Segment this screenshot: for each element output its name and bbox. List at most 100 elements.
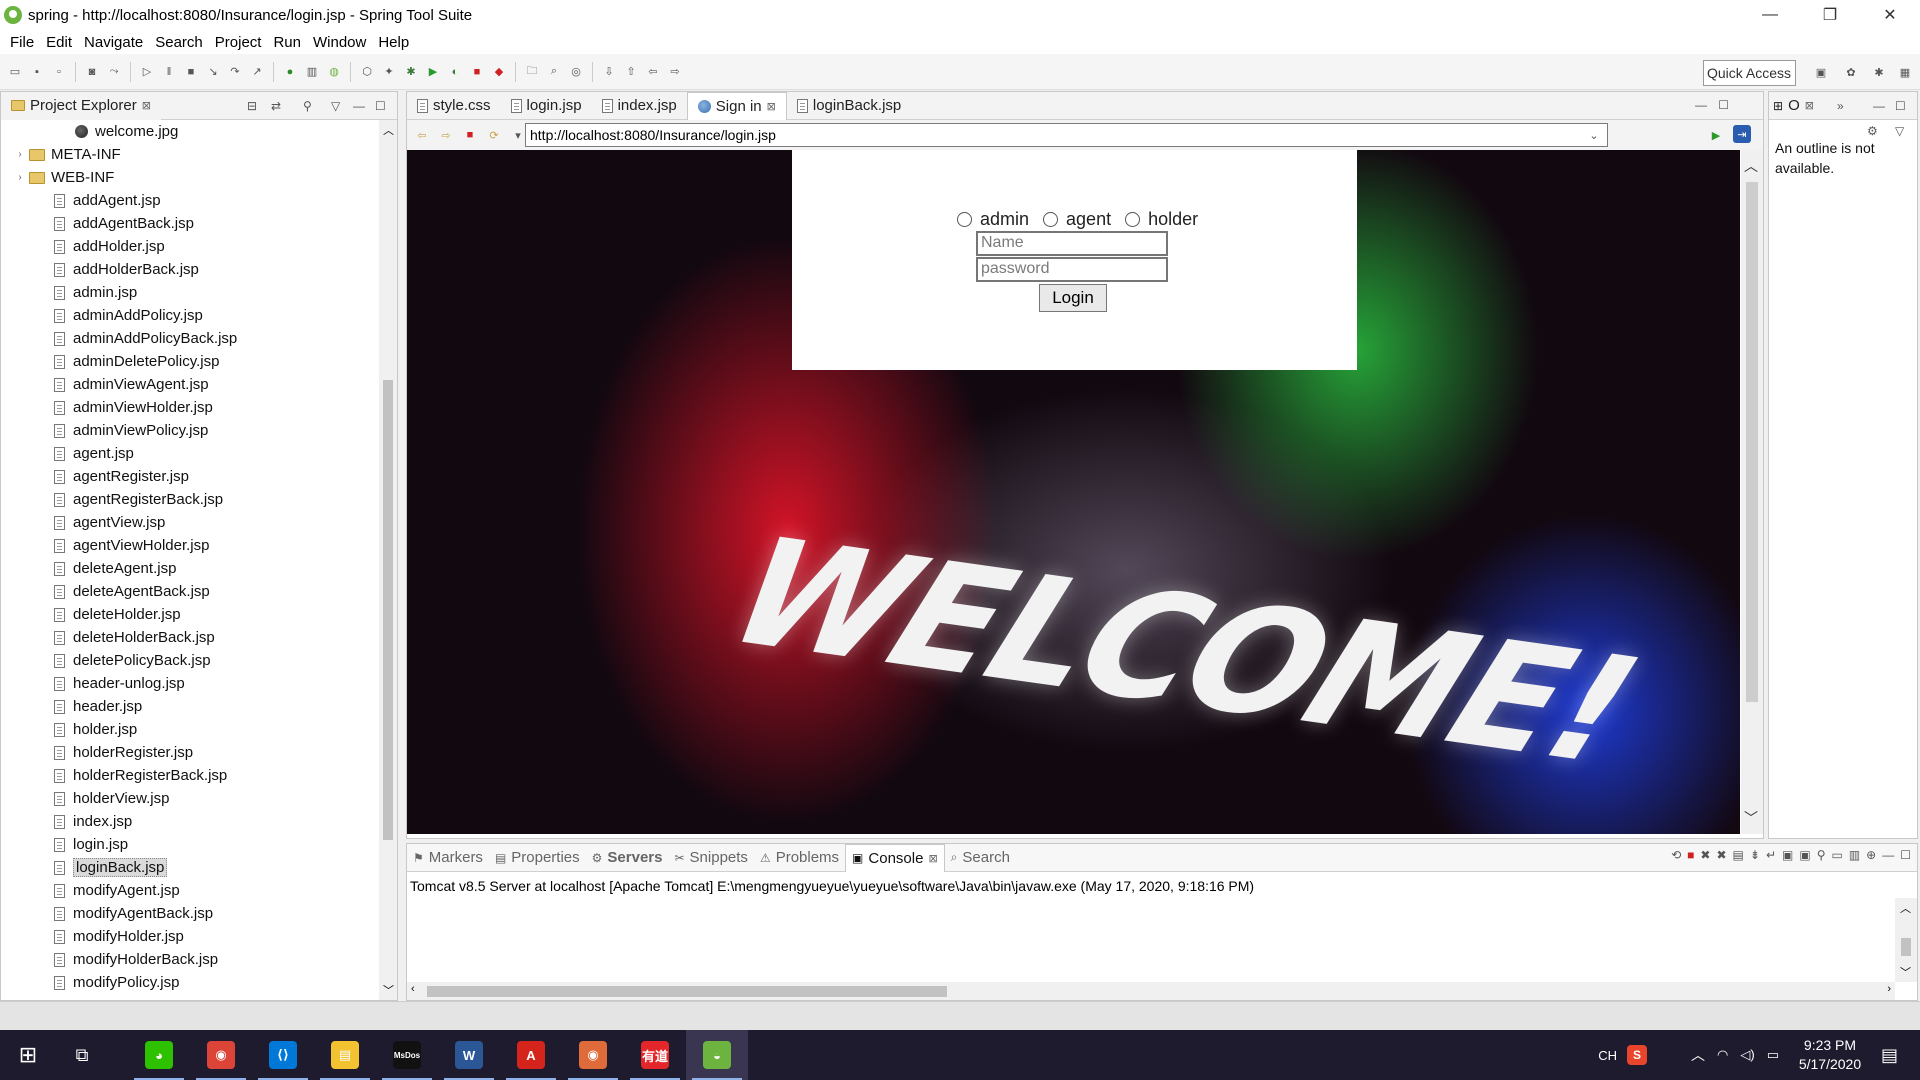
taskbar-app[interactable]: 有道 [624, 1030, 686, 1080]
bottom-tab[interactable]: ⌕ Search [945, 844, 1016, 872]
bottom-tab[interactable]: ⚙ Servers [586, 844, 669, 872]
link-with-editor-icon[interactable]: ⇄ [271, 99, 281, 113]
minimize-view-icon[interactable]: — [1882, 848, 1894, 862]
toggle-layout-icon[interactable]: ▥ [303, 63, 321, 81]
debug-skip-icon[interactable]: ⤳ [105, 63, 123, 81]
tree-item[interactable]: › WEB-INF [1, 166, 379, 189]
minimize-view-icon[interactable]: — [1873, 99, 1885, 113]
tree-item[interactable]: deleteHolderBack.jsp [1, 626, 379, 649]
tree-item[interactable]: addHolder.jsp [1, 235, 379, 258]
tab-project-explorer[interactable]: Project Explorer ⊠ [1, 91, 161, 120]
tree-item[interactable]: deletePolicyBack.jsp [1, 649, 379, 672]
radio-admin[interactable] [957, 212, 972, 227]
menu-window[interactable]: Window [307, 34, 372, 51]
taskbar-app[interactable]: A [500, 1030, 562, 1080]
tree-item[interactable]: adminAddPolicy.jsp [1, 304, 379, 327]
scroll-up-icon[interactable]: ︿ [383, 122, 394, 138]
sogou-ime-icon[interactable]: S [1627, 1045, 1648, 1065]
step-into-icon[interactable]: ↘ [204, 63, 222, 81]
debug-perspective-icon[interactable]: ✱ [1870, 63, 1888, 81]
browser-refresh-icon[interactable]: ⟳ [485, 126, 503, 144]
display-console-icon[interactable]: ▭ [1831, 848, 1842, 862]
tree-item[interactable]: index.jsp [1, 810, 379, 833]
tree-item[interactable]: loginBack.jsp [1, 856, 379, 879]
tree-item[interactable]: deleteHolder.jsp [1, 603, 379, 626]
menu-run[interactable]: Run [267, 34, 307, 51]
back-icon[interactable]: ⇦ [644, 63, 662, 81]
browser-stop-icon[interactable]: ■ [461, 126, 479, 144]
debug-icon[interactable]: ✱ [402, 63, 420, 81]
console-icon[interactable]: ◙ [83, 63, 101, 81]
bottom-tab[interactable]: ▣ Console ⊠ [845, 843, 945, 872]
next-annotation-icon[interactable]: ⇧ [622, 63, 640, 81]
tree-item[interactable]: deleteAgent.jsp [1, 557, 379, 580]
new-server-icon[interactable]: ⬡ [358, 63, 376, 81]
editor-tab[interactable]: style.css [407, 92, 501, 120]
maximize-view-icon[interactable]: ☐ [1900, 848, 1911, 862]
scroll-thumb[interactable] [1901, 938, 1911, 956]
task-view-button[interactable]: ⧉ [56, 1030, 108, 1080]
taskbar-app[interactable]: ◕ [128, 1030, 190, 1080]
open-perspective-icon[interactable]: ▣ [1812, 63, 1830, 81]
close-icon[interactable]: ⊠ [767, 100, 776, 113]
suspend-icon[interactable]: ‖ [160, 63, 178, 81]
open-type-icon[interactable]: ✦ [380, 63, 398, 81]
outline-action-icon[interactable]: ⚙ [1867, 124, 1878, 138]
go-icon[interactable]: ▶ [1707, 126, 1725, 144]
maximize-view-icon[interactable]: ☐ [1718, 98, 1729, 112]
network-icon[interactable]: ◠ [1717, 1047, 1728, 1063]
scroll-up-icon[interactable]: ︿ [1900, 900, 1911, 916]
menu-help[interactable]: Help [372, 34, 415, 51]
jee-perspective-icon[interactable]: ▦ [1896, 63, 1914, 81]
search-icon[interactable]: ⌕ [545, 63, 563, 81]
tree-item[interactable]: › META-INF [1, 143, 379, 166]
save-icon[interactable]: ▪ [28, 63, 46, 81]
editor-tab[interactable]: login.jsp [501, 92, 592, 120]
tree-item[interactable]: header-unlog.jsp [1, 672, 379, 695]
external-tools-icon[interactable]: ◆ [490, 63, 508, 81]
tree-item[interactable]: adminViewHolder.jsp [1, 396, 379, 419]
pin-console-icon[interactable]: ⚲ [1817, 848, 1826, 862]
notifications-icon[interactable]: ▤ [1881, 1045, 1898, 1066]
remove-terminated-icon[interactable]: ✖ [1716, 848, 1726, 862]
scroll-down-icon[interactable]: ﹀ [1900, 964, 1911, 980]
tree-item[interactable]: login.jsp [1, 833, 379, 856]
battery-icon[interactable]: ▭ [1767, 1047, 1779, 1063]
scroll-left-icon[interactable]: ‹ [411, 983, 415, 995]
tree-item[interactable]: holder.jsp [1, 718, 379, 741]
start-button[interactable]: ⊞ [0, 1030, 56, 1080]
scroll-thumb[interactable] [383, 380, 393, 840]
minimize-view-icon[interactable]: — [1695, 98, 1707, 112]
open-console-icon[interactable]: ▥ [1849, 848, 1860, 862]
minimize-view-icon[interactable]: — [353, 99, 365, 113]
view-menu-icon[interactable]: ▽ [331, 99, 340, 113]
scroll-thumb[interactable] [1746, 182, 1758, 702]
tree-item[interactable]: holderRegister.jsp [1, 741, 379, 764]
clock[interactable]: 9:23 PM 5/17/2020 [1789, 1036, 1871, 1074]
new-console-icon[interactable]: ⊕ [1866, 848, 1876, 862]
password-field[interactable]: password [976, 257, 1168, 282]
open-external-browser-icon[interactable]: ⇥ [1733, 125, 1751, 143]
close-icon[interactable]: ⊠ [142, 99, 151, 112]
web-browser-icon[interactable]: ◎ [567, 63, 585, 81]
browser-forward-icon[interactable]: ⇨ [437, 126, 455, 144]
resume-icon[interactable]: ▷ [138, 63, 156, 81]
tree-item[interactable]: adminViewAgent.jsp [1, 373, 379, 396]
minimize-button[interactable]: — [1740, 0, 1800, 30]
close-icon[interactable]: ⊠ [1805, 99, 1814, 112]
volume-icon[interactable]: ◁) [1740, 1047, 1754, 1063]
run-icon[interactable]: ▶ [424, 63, 442, 81]
show-on-stderr-icon[interactable]: ▣ [1799, 848, 1810, 862]
taskbar-app[interactable]: ◒ [686, 1030, 748, 1080]
close-icon[interactable]: ⊠ [928, 852, 937, 865]
console-vscrollbar[interactable]: ︿ ﹀ [1895, 898, 1917, 982]
taskbar-app[interactable]: W [438, 1030, 500, 1080]
remove-all-icon[interactable]: ✖ [1700, 848, 1710, 862]
stop-server-icon[interactable]: ■ [468, 63, 486, 81]
menu-edit[interactable]: Edit [40, 34, 78, 51]
boot-dashboard-icon[interactable]: ● [281, 63, 299, 81]
collapse-all-icon[interactable]: ⊟ [247, 99, 257, 113]
view-menu-icon[interactable]: ▽ [1895, 124, 1904, 138]
tree-item[interactable]: holderRegisterBack.jsp [1, 764, 379, 787]
expand-arrow-icon[interactable]: › [13, 172, 27, 183]
